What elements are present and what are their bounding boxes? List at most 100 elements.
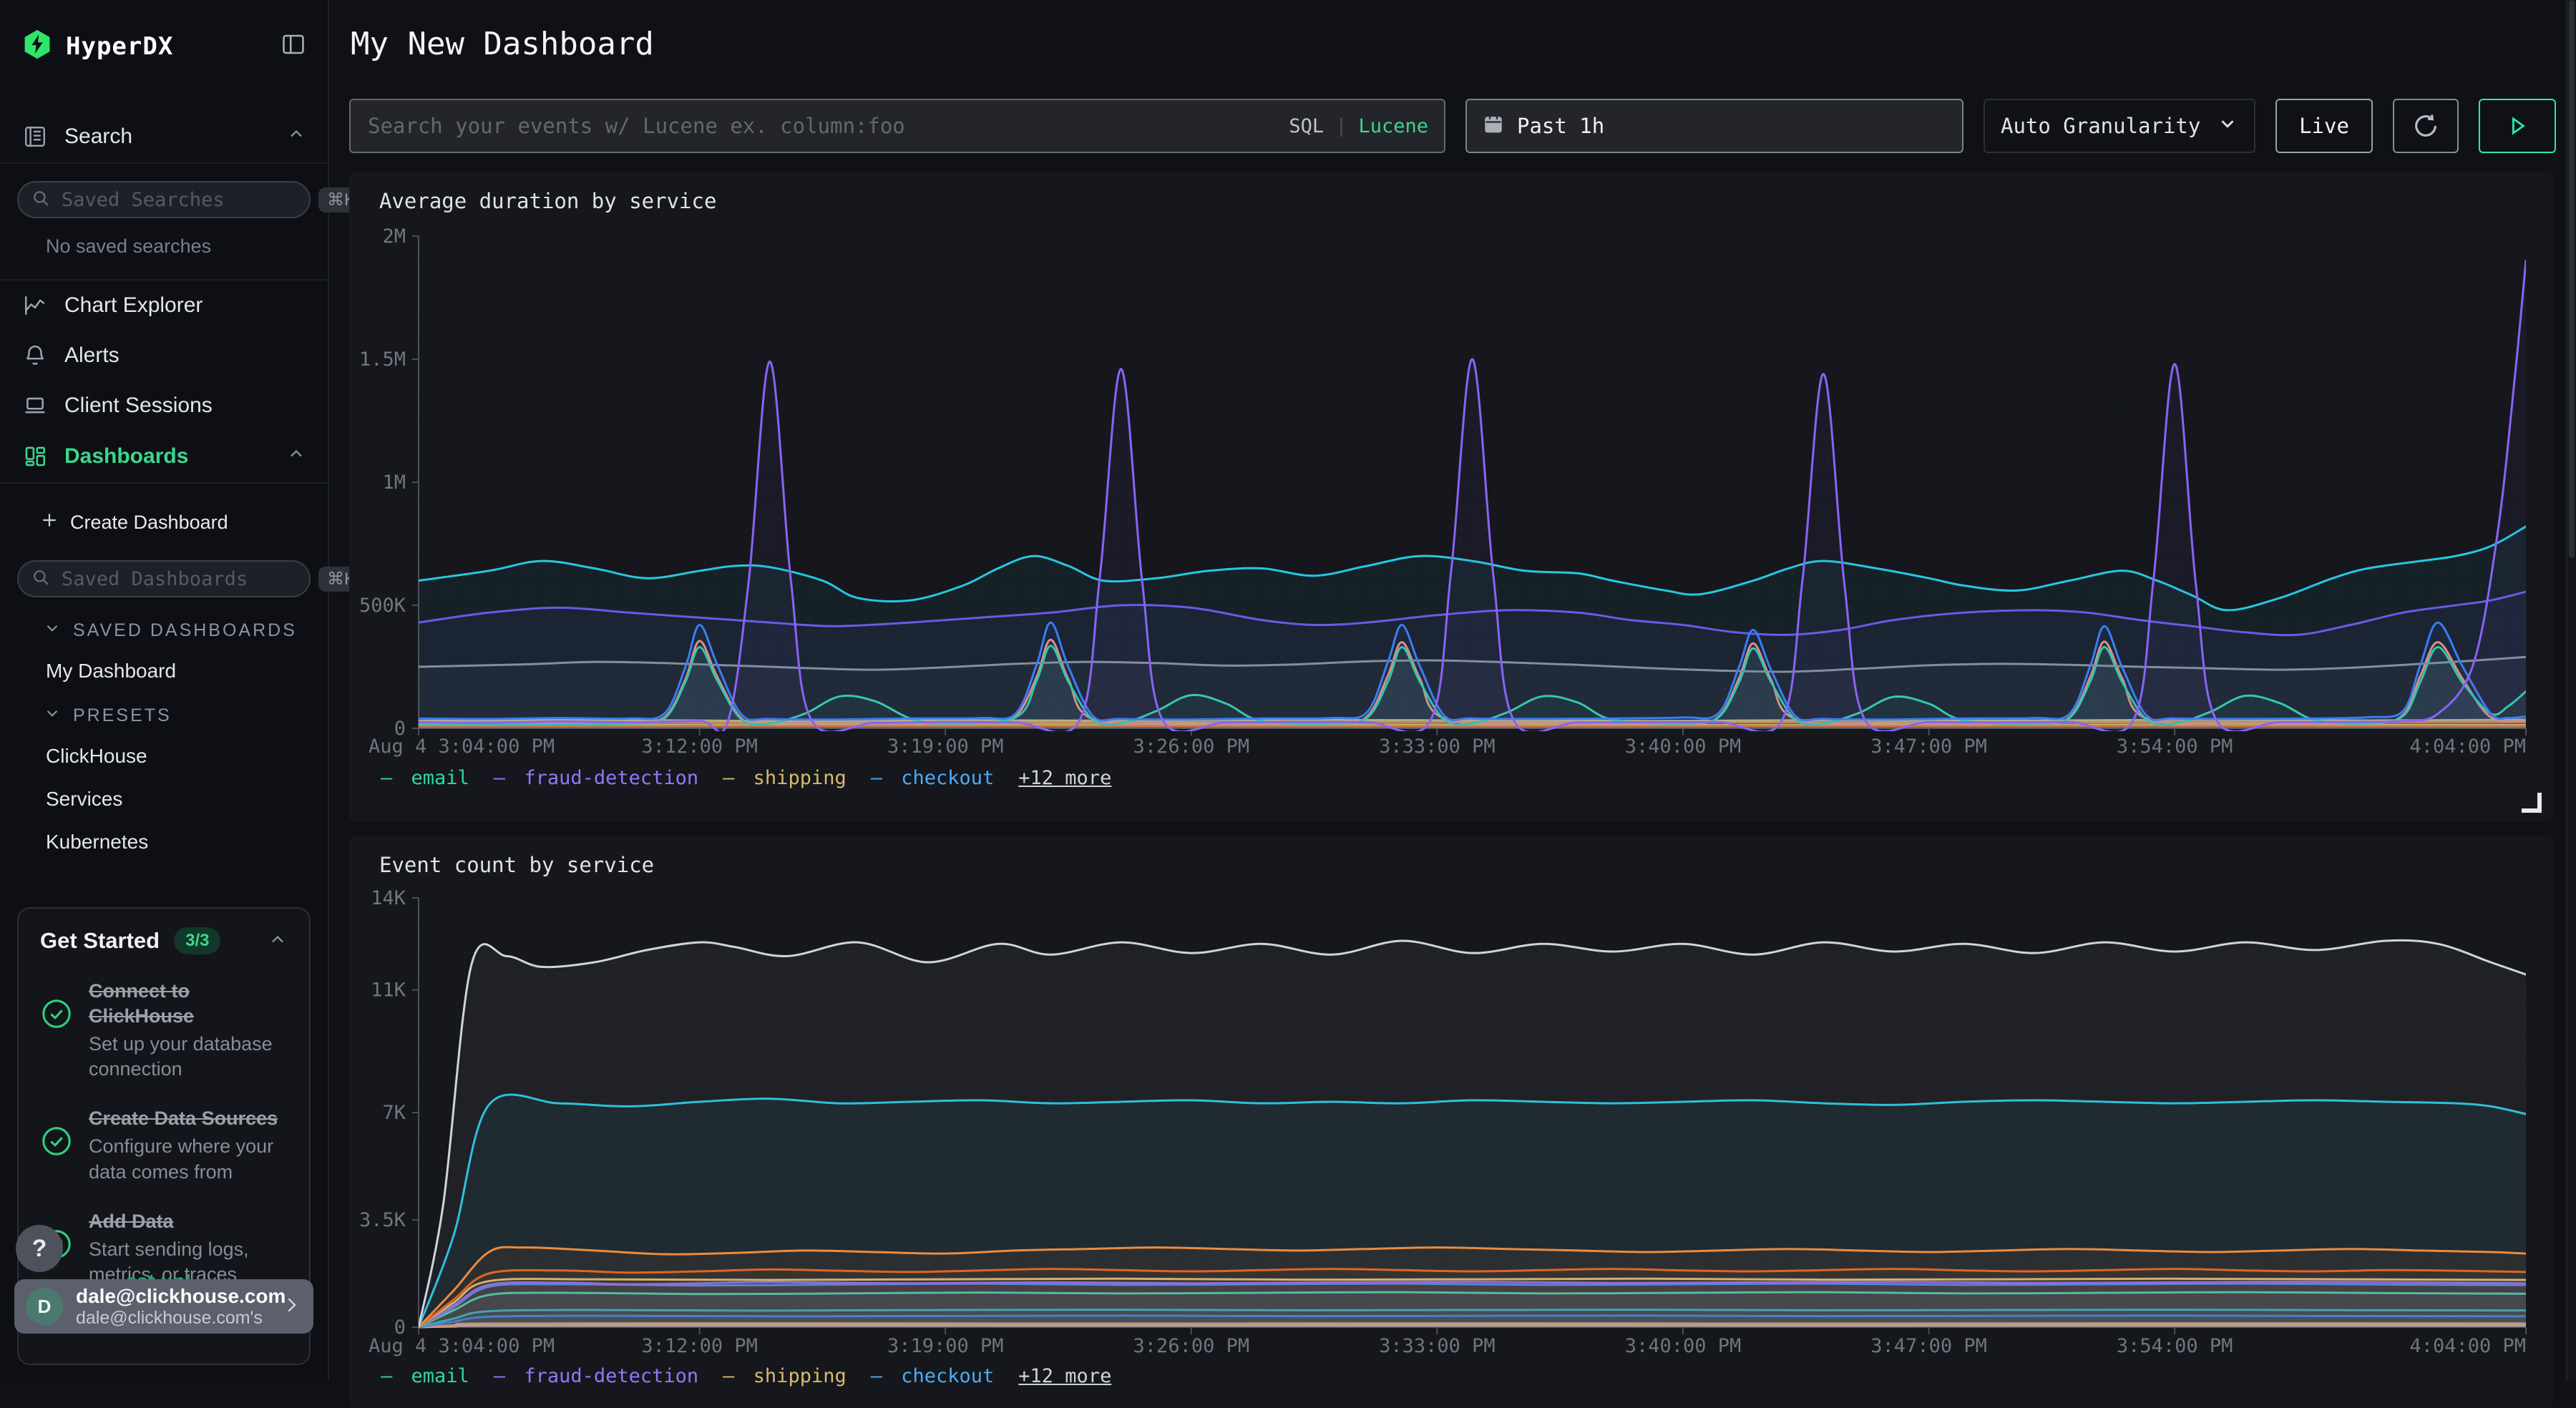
svg-text:1M: 1M [382,471,406,494]
plus-icon [40,511,59,534]
event-search-input-wrap[interactable]: SQL | Lucene [349,99,1445,153]
svg-text:3:33:00 PM: 3:33:00 PM [1379,735,1496,758]
sidebar-collapse-icon[interactable] [280,31,306,61]
svg-text:1.5M: 1.5M [359,348,406,371]
sidebar-item-label: Search [64,124,270,149]
chevron-up-icon[interactable] [268,929,288,953]
svg-text:3:19:00 PM: 3:19:00 PM [887,1335,1004,1357]
svg-text:3:26:00 PM: 3:26:00 PM [1133,735,1250,758]
sidebar-item-chart-explorer[interactable]: Chart Explorer [0,280,328,331]
chart-title: Event count by service [349,836,2553,877]
sidebar-item-label: Chart Explorer [64,293,306,318]
sidebar-item-kubernetes[interactable]: Kubernetes [0,821,328,864]
bell-icon [21,343,49,368]
chart-legend: — email — fraud-detection — shipping — c… [381,767,1111,789]
chevron-up-icon [286,124,306,150]
saved-searches-input[interactable] [60,188,308,212]
svg-text:4:04:00 PM: 4:04:00 PM [2409,1335,2526,1357]
saved-dashboards-input-wrap[interactable]: ⌘K [17,560,311,597]
chart-panel-avg-duration[interactable]: 0500K1M1.5M2MAug 4 3:04:00 PM3:12:00 PM3… [349,172,2553,821]
chart-explorer-icon [21,293,49,318]
chart-title: Average duration by service [349,172,2553,213]
no-saved-searches-text: No saved searches [0,228,328,272]
scrollbar-thumb[interactable] [2569,0,2575,558]
user-email: dale@clickhouse.com [76,1285,268,1308]
panel-resize-handle[interactable] [2522,793,2542,813]
svg-text:3:19:00 PM: 3:19:00 PM [887,735,1004,758]
page-scrollbar[interactable] [2566,0,2576,1381]
group-header-label: PRESETS [73,705,172,726]
dashboards-section-body: Create Dashboard ⌘K SAVED DASHBOARDS My … [0,482,328,871]
legend-more-link[interactable]: +12 more [1018,767,1111,789]
sidebar-item-dashboards[interactable]: Dashboards [0,431,328,482]
get-started-item[interactable]: Connect to ClickHouse Set up your databa… [40,979,288,1082]
chevron-down-icon [43,704,62,728]
sidebar-item-clickhouse[interactable]: ClickHouse [0,735,328,778]
legend-item[interactable]: — shipping [723,767,847,789]
svg-text:3:26:00 PM: 3:26:00 PM [1133,1335,1250,1357]
sidebar-item-alerts[interactable]: Alerts [0,331,328,381]
avg-duration-chart[interactable]: 0500K1M1.5M2MAug 4 3:04:00 PM3:12:00 PM3… [349,172,2553,821]
sidebar-item-services[interactable]: Services [0,778,328,821]
get-started-item[interactable]: Create Data Sources Configure where your… [40,1106,288,1184]
legend-item[interactable]: — fraud-detection [494,1365,698,1387]
check-circle-icon [40,1125,73,1184]
legend-item[interactable]: — email [381,1365,469,1387]
svg-text:14K: 14K [371,887,406,909]
play-button[interactable] [2479,99,2556,153]
saved-dashboards-group-header[interactable]: SAVED DASHBOARDS [0,607,328,650]
sidebar-item-search[interactable]: Search [0,111,328,162]
chart-legend-2: — email — fraud-detection — shipping — c… [381,1365,1111,1387]
get-started-item-title: Connect to ClickHouse [89,979,282,1029]
search-section-body: ⌘K No saved searches [0,162,328,280]
event-search-input[interactable] [366,113,1277,139]
svg-text:3:33:00 PM: 3:33:00 PM [1379,1335,1496,1357]
main-content: My New Dashboard SQL | Lucene Past 1h Au… [329,0,2567,1381]
svg-text:500K: 500K [359,595,406,617]
language-divider: | [1335,115,1347,137]
search-icon [31,189,50,211]
refresh-button[interactable] [2393,99,2459,153]
granularity-value: Auto Granularity [2001,114,2200,138]
get-started-item-title: Create Data Sources [89,1106,296,1131]
presets-group-header[interactable]: PRESETS [0,693,328,735]
legend-item[interactable]: — fraud-detection [494,767,698,789]
legend-item[interactable]: — checkout [871,767,995,789]
saved-searches-input-wrap[interactable]: ⌘K [17,181,311,218]
get-started-item-title: Add Data [89,1209,268,1234]
saved-dashboards-input[interactable] [60,567,308,591]
svg-text:4:04:00 PM: 4:04:00 PM [2409,735,2526,758]
user-menu[interactable]: D dale@clickhouse.com dale@clickhouse.co… [14,1279,313,1334]
hyperdx-logo-icon [21,29,53,64]
create-dashboard-button[interactable]: Create Dashboard [0,494,328,542]
sidebar-item-label: Alerts [64,343,306,368]
event-count-chart[interactable]: 03.5K7K11K14KAug 4 3:04:00 PM3:12:00 PM3… [349,836,2553,1408]
time-range-picker[interactable]: Past 1h [1465,99,1963,153]
help-button[interactable]: ? [16,1225,63,1272]
app-logo-text[interactable]: HyperDX [66,32,268,61]
sidebar-item-my-dashboard[interactable]: My Dashboard [0,650,328,693]
chevron-down-icon [2217,113,2238,140]
svg-text:3:40:00 PM: 3:40:00 PM [1625,735,1742,758]
svg-text:11K: 11K [371,979,406,1002]
avatar: D [26,1288,63,1325]
live-button[interactable]: Live [2275,99,2373,153]
laptop-icon [21,393,49,418]
legend-item[interactable]: — shipping [723,1365,847,1387]
svg-text:2M: 2M [382,225,406,248]
legend-item[interactable]: — email [381,767,469,789]
dashboard-toolbar: SQL | Lucene Past 1h Auto Granularity Li… [349,99,2555,153]
sql-toggle[interactable]: SQL [1289,115,1324,137]
granularity-select[interactable]: Auto Granularity [1984,99,2255,153]
page-title: My New Dashboard [329,0,2567,62]
svg-text:3.5K: 3.5K [359,1209,406,1231]
chart-panel-event-count[interactable]: 03.5K7K11K14KAug 4 3:04:00 PM3:12:00 PM3… [349,836,2553,1408]
time-range-value: Past 1h [1517,114,1604,138]
check-circle-icon [40,997,73,1082]
legend-more-link[interactable]: +12 more [1018,1365,1111,1387]
svg-text:3:12:00 PM: 3:12:00 PM [641,1335,758,1357]
lucene-toggle[interactable]: Lucene [1358,115,1428,137]
sidebar-item-client-sessions[interactable]: Client Sessions [0,381,328,431]
legend-item[interactable]: — checkout [871,1365,995,1387]
sidebar-item-label: Dashboards [64,444,270,469]
